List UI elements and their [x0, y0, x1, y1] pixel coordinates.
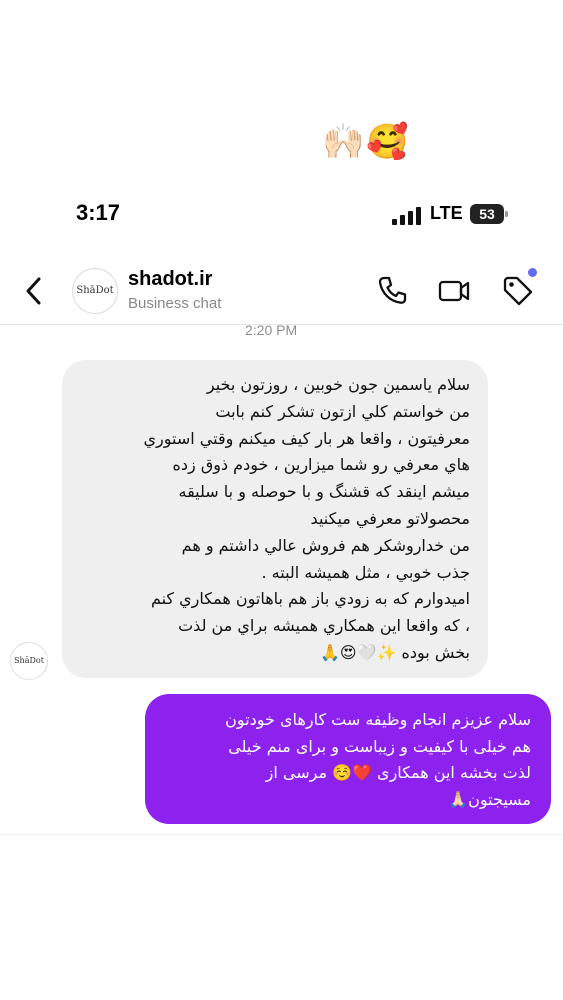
sender-avatar[interactable]: ShāDot [10, 642, 48, 680]
status-bar: 3:17 LTE 53 [0, 198, 563, 238]
video-icon[interactable] [437, 274, 471, 308]
battery-icon: 53 [470, 204, 508, 224]
network-type: LTE [430, 203, 463, 223]
chat-header: ShāDot shadot.ir Business chat [0, 262, 563, 322]
phone-icon[interactable] [375, 274, 409, 308]
avatar[interactable]: ShāDot [72, 268, 118, 314]
outgoing-message-text: سلام عزیزم انجام وظیفه ست کارهای خودتون … [225, 710, 531, 809]
message-reaction[interactable]: 🙌🏻🥰 [322, 118, 411, 166]
chat-subtitle: Business chat [128, 295, 222, 312]
incoming-message[interactable]: سلام یاسمین جون خوبین ، روزتون بخیر من خ… [62, 360, 488, 678]
incoming-message-text: سلام یاسمین جون خوبین ، روزتون بخیر من خ… [143, 375, 470, 662]
content-divider [0, 834, 563, 835]
notification-dot [528, 268, 537, 277]
signal-icon [392, 207, 422, 225]
back-icon[interactable] [22, 274, 48, 308]
status-time: 3:17 [76, 200, 121, 225]
tag-icon[interactable] [500, 274, 534, 308]
message-timestamp: 2:20 PM [245, 322, 298, 338]
outgoing-message[interactable]: سلام عزیزم انجام وظیفه ست کارهای خودتون … [145, 694, 551, 824]
chat-title[interactable]: shadot.ir [128, 268, 212, 291]
